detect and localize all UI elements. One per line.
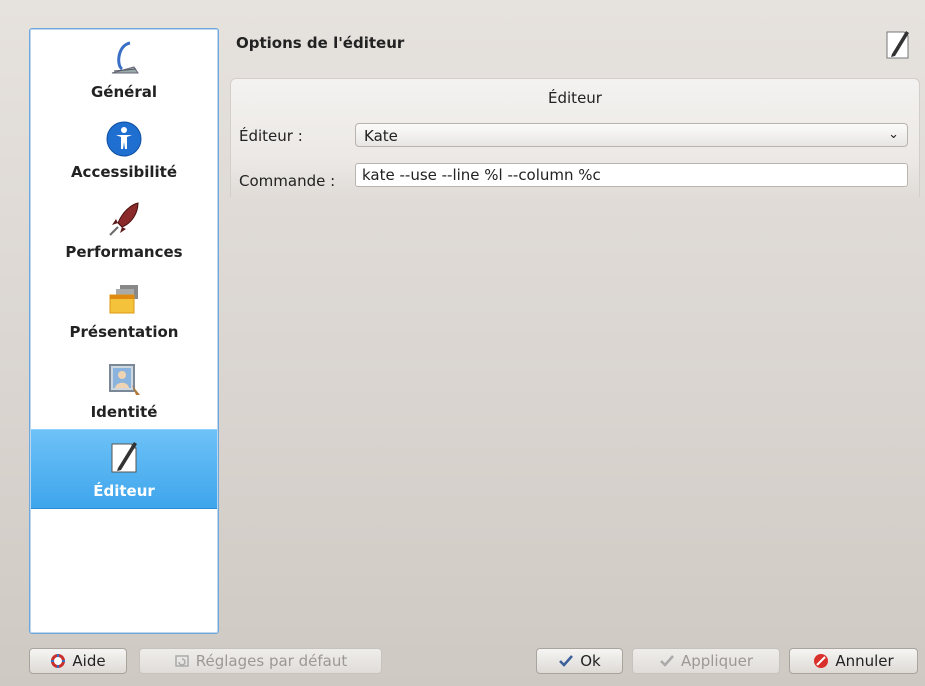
editor-label: Éditeur : [239,127,303,145]
sidebar-item-presentation[interactable]: Présentation [31,269,217,349]
accessibility-icon [104,119,144,159]
identity-icon [104,359,144,399]
general-icon [104,39,144,79]
sidebar-item-performances[interactable]: Performances [31,189,217,269]
help-button-label: Aide [72,652,106,670]
sidebar-item-label: Performances [65,243,183,261]
check-icon [659,653,675,669]
check-icon [558,653,574,669]
defaults-button-label: Réglages par défaut [195,652,348,670]
sidebar-item-label: Général [91,83,157,101]
command-label: Commande : [239,172,336,190]
group-title: Éditeur [548,89,602,107]
editor-select-value: Kate [364,127,398,145]
chevron-down-icon: ⌄ [888,127,899,142]
page-title: Options de l'éditeur [236,34,405,52]
ok-button[interactable]: Ok [536,648,623,674]
sidebar-item-label: Éditeur [93,482,155,500]
cancel-button[interactable]: Annuler [789,648,918,674]
cancel-button-label: Annuler [835,652,894,670]
rocket-icon [104,199,144,239]
sidebar-item-accessibility[interactable]: Accessibilité [31,109,217,189]
editor-group: Éditeur Éditeur : Kate ⌄ Commande : [230,78,920,197]
sidebar: Général Accessibilité Performances Prése… [29,28,219,634]
apply-button-label: Appliquer [680,652,754,670]
editor-select[interactable]: Kate ⌄ [355,123,908,147]
sidebar-item-label: Identité [90,403,158,421]
sidebar-item-label: Accessibilité [70,163,178,181]
ok-button-label: Ok [580,652,601,670]
help-button[interactable]: Aide [29,648,127,674]
presentation-icon [104,279,144,319]
sidebar-item-general[interactable]: Général [31,29,217,109]
cancel-icon [813,653,829,669]
command-input[interactable] [355,163,908,187]
editor-icon [884,28,912,62]
sidebar-item-identity[interactable]: Identité [31,349,217,429]
defaults-button[interactable]: Réglages par défaut [139,648,382,674]
editor-icon [104,438,144,478]
restore-defaults-icon [174,653,190,669]
apply-button[interactable]: Appliquer [632,648,780,674]
help-icon [50,653,66,669]
sidebar-item-label: Présentation [69,323,179,341]
sidebar-item-editor[interactable]: Éditeur [31,429,217,509]
